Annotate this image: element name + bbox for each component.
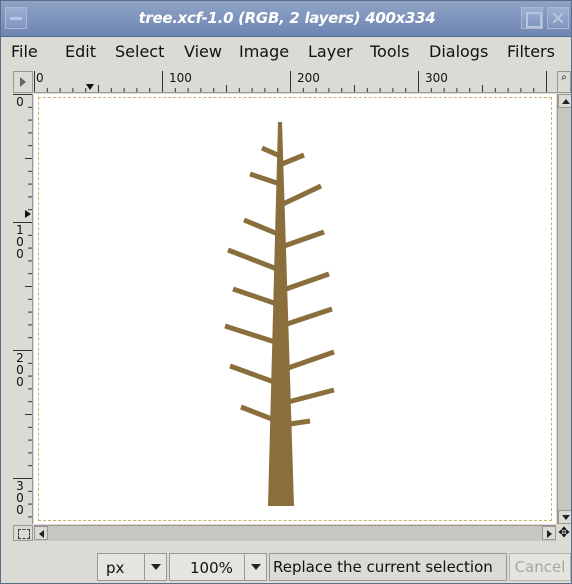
zoom-select[interactable]: 100% (169, 553, 267, 581)
scroll-right-icon[interactable] (542, 526, 556, 540)
scroll-left-icon[interactable] (34, 526, 48, 540)
title-bar[interactable]: tree.xcf-1.0 (RGB, 2 layers) 400x334 (1, 1, 571, 37)
status-message: Replace the current selection (269, 553, 507, 581)
menu-bar: File Edit Select View Image Layer Tools … (1, 37, 571, 67)
vertical-ruler-pointer (25, 210, 31, 218)
vertical-ruler-ticks (13, 94, 32, 518)
hruler-label: 200 (297, 71, 320, 85)
menu-filters[interactable]: Filters (507, 42, 555, 61)
unit-value: px (106, 559, 125, 577)
maximize-icon[interactable] (521, 7, 543, 29)
horizontal-scrollbar[interactable] (34, 525, 556, 541)
hruler-label: 300 (425, 71, 448, 85)
zoom-fit-icon[interactable]: ⌕ (557, 71, 571, 93)
ruler-menu-icon[interactable] (13, 71, 33, 93)
horizontal-ruler-ticks (34, 71, 547, 92)
menu-view[interactable]: View (184, 42, 222, 61)
quick-mask-icon[interactable] (13, 525, 33, 541)
hruler-label: 100 (169, 71, 192, 85)
hruler-label: 0 (36, 71, 44, 85)
window-title: tree.xcf-1.0 (RGB, 2 layers) 400x334 (138, 9, 436, 27)
scroll-down-icon[interactable] (558, 510, 571, 524)
menu-tools[interactable]: Tools (370, 42, 409, 61)
image-canvas[interactable] (34, 94, 556, 524)
chevron-down-icon[interactable] (144, 554, 166, 580)
vruler-label: 200 (16, 351, 24, 389)
menu-image[interactable]: Image (239, 42, 289, 61)
vruler-label: 100 (16, 223, 24, 261)
menu-dialogs[interactable]: Dialogs (429, 42, 488, 61)
navigate-icon[interactable]: ✥ (557, 525, 571, 541)
menu-file[interactable]: File (11, 42, 38, 61)
vruler-label: 300 (16, 479, 24, 517)
chevron-down-icon[interactable] (244, 554, 266, 580)
image-window: tree.xcf-1.0 (RGB, 2 layers) 400x334 Fil… (0, 0, 572, 584)
unit-select[interactable]: px (97, 553, 167, 581)
scroll-up-icon[interactable] (558, 94, 571, 108)
menu-select[interactable]: Select (115, 42, 164, 61)
menu-layer[interactable]: Layer (308, 42, 353, 61)
vertical-ruler[interactable]: 0 100 200 300 (13, 94, 33, 524)
menu-edit[interactable]: Edit (65, 42, 96, 61)
status-bar: px 100% Replace the current selection Ca… (1, 545, 571, 583)
vertical-scrollbar[interactable] (557, 94, 571, 524)
horizontal-ruler-pointer (86, 84, 94, 90)
horizontal-ruler[interactable]: 0 100 200 300 (34, 71, 558, 93)
zoom-value: 100% (190, 559, 233, 577)
vruler-label: 0 (16, 95, 24, 109)
cancel-button[interactable]: Cancel (509, 553, 571, 581)
tree-drawing (224, 122, 335, 506)
close-icon[interactable] (547, 7, 569, 29)
